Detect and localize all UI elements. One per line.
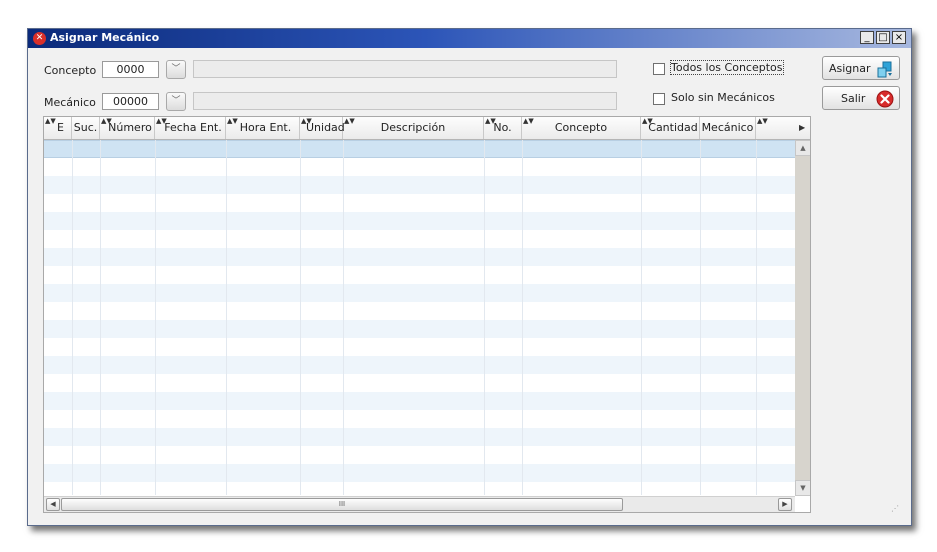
sort-arrows-icon: ▲▼ <box>301 117 312 125</box>
column-header-unidad[interactable]: ▲▼ Unidad <box>300 117 345 139</box>
grid-header: ▲▼ E Suc. ▲▼ Número ▲▼ Fecha Ent. ▲▼ Hora En… <box>44 117 810 140</box>
scroll-up-icon[interactable]: ▲ <box>795 140 810 156</box>
asignar-mecanico-window: ✕ Asignar Mecánico _ □ × Concepto 0000 ﹀… <box>27 28 912 526</box>
table-row-selected[interactable] <box>44 140 795 158</box>
table-row[interactable] <box>44 428 795 446</box>
sort-arrows-icon: ▲▼ <box>523 117 534 125</box>
salir-button[interactable]: Salir <box>822 86 900 110</box>
column-header-no[interactable]: ▲▼ No. <box>484 117 522 139</box>
sort-arrows-icon: ▲▼ <box>344 117 355 125</box>
sort-arrows-icon: ▲▼ <box>45 117 56 125</box>
column-header-suc[interactable]: Suc. <box>72 117 100 139</box>
table-row[interactable] <box>44 320 795 338</box>
mecanico-description-field <box>193 92 617 110</box>
close-circle-icon <box>876 90 894 111</box>
column-divider <box>522 140 523 495</box>
ordenes-grid[interactable]: ▲▼ E Suc. ▲▼ Número ▲▼ Fecha Ent. ▲▼ Hora En… <box>43 116 811 513</box>
column-header-concepto[interactable]: ▲▼ Concepto <box>522 117 641 139</box>
table-row[interactable] <box>44 356 795 374</box>
table-row[interactable] <box>44 158 795 176</box>
horizontal-scrollbar[interactable]: ◀ III ▶ <box>44 496 795 512</box>
todos-conceptos-label[interactable]: Todos los Conceptos <box>670 60 784 75</box>
chevron-down-icon: ﹀ <box>171 64 181 74</box>
window-title: Asignar Mecánico <box>50 31 160 44</box>
column-divider <box>756 140 757 495</box>
mecanico-dropdown-button[interactable]: ﹀ <box>166 92 186 111</box>
scroll-left-icon[interactable]: ◀ <box>46 498 60 511</box>
salir-button-label: Salir <box>841 92 866 105</box>
table-row[interactable] <box>44 194 795 212</box>
column-divider <box>300 140 301 495</box>
header-scroll-right-icon[interactable]: ▶ <box>799 123 805 132</box>
column-divider <box>155 140 156 495</box>
table-row[interactable] <box>44 212 795 230</box>
table-row[interactable] <box>44 392 795 410</box>
concepto-label: Concepto <box>44 64 97 77</box>
grid-rows <box>44 140 795 495</box>
minimize-button[interactable]: _ <box>860 31 874 44</box>
table-row[interactable] <box>44 482 795 495</box>
column-divider <box>226 140 227 495</box>
close-button[interactable]: × <box>892 31 906 44</box>
column-header-hora-ent[interactable]: ▲▼ Hora Ent. <box>226 117 300 139</box>
horizontal-scroll-thumb[interactable]: III <box>61 498 623 511</box>
vertical-scrollbar[interactable]: ▲ ▼ <box>795 140 810 496</box>
table-row[interactable] <box>44 284 795 302</box>
column-header-descripcion[interactable]: ▲▼ Descripción <box>343 117 484 139</box>
asignar-button[interactable]: Asignar <box>822 56 900 80</box>
column-header-e[interactable]: ▲▼ E <box>44 117 72 139</box>
column-header-numero[interactable]: ▲▼ Número <box>100 117 155 139</box>
table-row[interactable] <box>44 374 795 392</box>
assign-icon <box>876 60 894 81</box>
todos-conceptos-checkbox[interactable] <box>653 63 665 75</box>
table-row[interactable] <box>44 248 795 266</box>
table-row[interactable] <box>44 176 795 194</box>
chevron-down-icon: ﹀ <box>171 96 181 106</box>
sort-arrows-icon: ▲▼ <box>227 117 238 125</box>
sort-arrows-icon: ▲▼ <box>101 117 112 125</box>
mecanico-label: Mecánico <box>44 96 96 109</box>
column-divider <box>72 140 73 495</box>
sort-arrows-icon: ▲▼ <box>485 117 496 125</box>
column-divider <box>343 140 344 495</box>
table-row[interactable] <box>44 464 795 482</box>
solo-sin-mecanicos-label[interactable]: Solo sin Mecánicos <box>671 91 775 104</box>
title-bar[interactable]: ✕ Asignar Mecánico _ □ × <box>28 29 911 48</box>
column-header-mecanico[interactable]: Mecánico <box>700 117 756 139</box>
table-row[interactable] <box>44 410 795 428</box>
column-header-extra[interactable]: ▲▼ <box>756 117 796 139</box>
app-tools-icon: ✕ <box>33 32 46 45</box>
concepto-code-input[interactable]: 0000 <box>102 61 159 78</box>
maximize-button[interactable]: □ <box>876 31 890 44</box>
column-divider <box>484 140 485 495</box>
table-row[interactable] <box>44 266 795 284</box>
table-row[interactable] <box>44 446 795 464</box>
scroll-right-icon[interactable]: ▶ <box>778 498 792 511</box>
column-header-fecha-ent[interactable]: ▲▼ Fecha Ent. <box>155 117 226 139</box>
mecanico-code-input[interactable]: 00000 <box>102 93 159 110</box>
column-header-cantidad[interactable]: ▲▼ Cantidad <box>641 117 700 139</box>
concepto-description-field <box>193 60 617 78</box>
concepto-dropdown-button[interactable]: ﹀ <box>166 60 186 79</box>
scroll-down-icon[interactable]: ▼ <box>795 480 810 496</box>
column-divider <box>100 140 101 495</box>
column-divider <box>700 140 701 495</box>
sort-arrows-icon: ▲▼ <box>757 117 768 125</box>
sort-arrows-icon: ▲▼ <box>156 117 167 125</box>
solo-sin-mecanicos-checkbox[interactable] <box>653 93 665 105</box>
table-row[interactable] <box>44 302 795 320</box>
sort-arrows-icon: ▲▼ <box>642 117 653 125</box>
table-row[interactable] <box>44 230 795 248</box>
asignar-button-label: Asignar <box>829 62 871 75</box>
resize-grip-icon[interactable]: ⋰ <box>891 504 899 513</box>
column-divider <box>641 140 642 495</box>
table-row[interactable] <box>44 338 795 356</box>
